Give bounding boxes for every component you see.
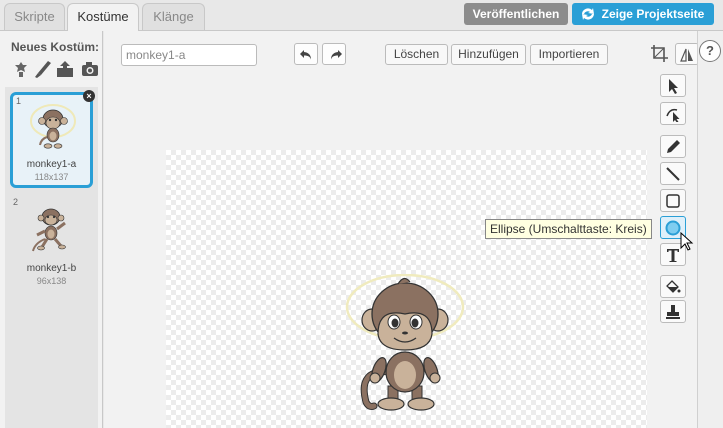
help-strip: ? [697,31,723,428]
text-icon [667,249,679,262]
costume-name: monkey1-a [26,159,77,170]
tab-sounds[interactable]: Klänge [142,3,205,30]
flip-button[interactable] [675,43,699,65]
delete-costume-icon[interactable]: × [83,90,95,102]
rectangle-icon [666,194,680,208]
tab-costumes-label: Kostüme [77,9,129,24]
costume-list: 1 × monkey1-a 118x137 2 monkey1-b 96x138 [5,87,98,428]
stamp-icon [666,305,680,319]
redo-icon [331,50,342,60]
paint-brush-icon[interactable] [33,59,53,79]
rectangle-tool[interactable] [660,189,686,212]
costume-number: 1 [16,96,22,106]
costume-number: 2 [13,197,19,207]
new-costume-label: Neues Kostüm: [11,40,100,54]
import-button[interactable]: Importieren [530,44,608,65]
costume-size: 96x138 [36,276,67,286]
paint-canvas[interactable] [166,150,647,428]
costume-thumbnail [32,208,66,252]
publish-button[interactable]: Veröffentlichen [464,3,568,25]
ellipse-icon [665,220,681,236]
see-project-page-button[interactable]: Zeige Projektseite [572,3,714,25]
undo-button[interactable] [294,43,318,65]
fill-tool[interactable] [660,275,686,298]
costume-name-input[interactable] [121,44,257,66]
costume-size: 118x137 [34,172,69,182]
costume-item[interactable]: 1 × monkey1-a 118x137 [10,90,95,188]
line-tool[interactable] [660,162,686,185]
fill-bucket-icon [666,280,681,293]
costume-thumbnail [30,104,76,149]
flip-icon [680,48,693,62]
project-page-icon [582,8,594,20]
select-tool[interactable] [660,74,686,97]
pencil-tool[interactable] [660,135,686,158]
costume-name: monkey1-b [26,263,77,274]
pencil-icon [667,140,680,153]
select-arrow-icon [669,79,678,94]
costume-item[interactable]: 2 monkey1-b 96x138 [10,195,93,291]
reshape-icon [666,108,680,122]
mouse-cursor-icon [680,232,694,251]
add-button[interactable]: Hinzufügen [451,44,526,65]
redo-button[interactable] [322,43,346,65]
clear-button[interactable]: Löschen [385,44,448,65]
paint-from-library-icon[interactable] [11,59,31,79]
monkey-sprite [345,274,465,411]
crop-icon[interactable] [649,43,671,65]
tab-scripts-label: Skripte [14,9,55,24]
tab-scripts[interactable]: Skripte [4,3,65,30]
tab-sounds-label: Klänge [153,9,194,24]
tab-costumes[interactable]: Kostüme [67,3,139,31]
upload-icon[interactable] [55,59,75,79]
help-button[interactable]: ? [699,40,721,62]
stamp-tool[interactable] [660,300,686,323]
costume-panel: Neues Kostüm: 1 × monkey1-a 118x137 2 mo… [0,31,103,428]
reshape-tool[interactable] [660,102,686,125]
see-project-page-label: Zeige Projektseite [601,7,705,21]
undo-icon [300,50,311,60]
line-icon [666,167,680,181]
tool-tooltip: Ellipse (Umschalttaste: Kreis) [485,219,652,239]
camera-icon[interactable] [80,59,100,79]
